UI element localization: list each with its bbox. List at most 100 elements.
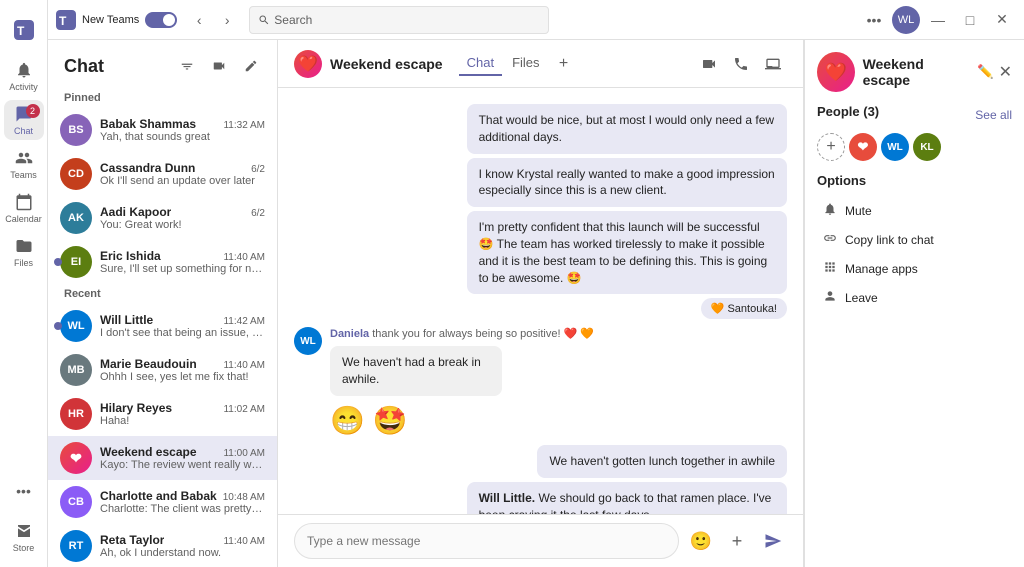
leave-icon (823, 289, 837, 306)
chat-preview: Haha! (100, 415, 265, 427)
chat-item-will[interactable]: WL Will Little 11:42 AM I don't see that… (48, 304, 277, 348)
chat-time: 11:40 AM (223, 360, 265, 371)
maximize-button[interactable]: □ (956, 6, 984, 34)
activity-icon (14, 60, 34, 80)
link-icon (823, 231, 837, 248)
messages-area: That would be nice, but at most I would … (278, 88, 803, 514)
option-manage-apps[interactable]: Manage apps (817, 256, 1012, 281)
chat-header: ❤️ Weekend escape Chat Files + (278, 40, 803, 88)
tab-files[interactable]: Files (504, 51, 547, 76)
mute-icon (823, 202, 837, 219)
sidebar-item-store[interactable]: Store (4, 517, 44, 557)
store-icon (14, 521, 34, 541)
msg-with-avatar-will: WL Daniela thank you for always being so… (294, 327, 787, 396)
chat-item-cassandra[interactable]: CD Cassandra Dunn 6/2 Ok I'll send an up… (48, 152, 277, 196)
chat-item-content: Charlotte and Babak 10:48 AM Charlotte: … (100, 489, 265, 515)
new-teams-label: New Teams (82, 14, 139, 26)
chat-main: ❤️ Weekend escape Chat Files + (278, 40, 804, 567)
chat-list-header: Chat (48, 40, 277, 88)
emoji-row: 😁 🤩 (294, 404, 408, 437)
chat-name: Eric Ishida (100, 249, 161, 263)
people-section: People (3) See all + ❤ WL KL (817, 104, 1012, 161)
people-row: + ❤ WL KL (817, 133, 1012, 161)
add-tab-button[interactable]: + (550, 50, 578, 78)
option-manage-apps-label: Manage apps (845, 262, 918, 276)
chat-list-actions (173, 52, 265, 80)
more-icon: ••• (14, 481, 34, 501)
chat-time: 6/2 (251, 208, 265, 219)
tab-chat[interactable]: Chat (459, 51, 502, 76)
filter-button[interactable] (173, 52, 201, 80)
user-avatar[interactable]: WL (892, 6, 920, 34)
chat-header-name: Weekend escape (330, 56, 443, 72)
option-copy-link[interactable]: Copy link to chat (817, 227, 1012, 252)
person-avatar-2: WL (881, 133, 909, 161)
sidebar-item-activity[interactable]: Activity (4, 56, 44, 96)
chat-item-content: Eric Ishida 11:40 AM Sure, I'll set up s… (100, 249, 265, 275)
chat-item-reta[interactable]: RT Reta Taylor 11:40 AM Ah, ok I underst… (48, 524, 277, 567)
apps-icon (823, 260, 837, 277)
chat-item-marie[interactable]: MB Marie Beaudouin 11:40 AM Ohhh I see, … (48, 348, 277, 392)
chat-preview: You: Great work! (100, 219, 265, 231)
chat-item-content: Reta Taylor 11:40 AM Ah, ok I understand… (100, 533, 265, 559)
sidebar-item-more[interactable]: ••• (4, 471, 44, 511)
search-box[interactable]: Search (249, 6, 549, 34)
video-call-header-button[interactable] (695, 50, 723, 78)
back-button[interactable]: ‹ (185, 6, 213, 34)
audio-call-header-button[interactable] (727, 50, 755, 78)
avatar-hilary: HR (60, 398, 92, 430)
screen-share-header-button[interactable] (759, 50, 787, 78)
right-panel-header: ❤️ Weekend escape ✏️ ✕ (817, 52, 1012, 92)
message-input[interactable] (294, 523, 679, 559)
message-bubble: That would be nice, but at most I would … (467, 104, 787, 154)
see-all-link[interactable]: See all (975, 108, 1012, 122)
add-person-button[interactable]: + (817, 133, 845, 161)
message-bubble: I know Krystal really wanted to make a g… (467, 158, 787, 208)
option-mute[interactable]: Mute (817, 198, 1012, 223)
attach-button[interactable]: + (723, 527, 751, 555)
chat-item-hilary[interactable]: HR Hilary Reyes 11:02 AM Haha! (48, 392, 277, 436)
forward-button[interactable]: › (213, 6, 241, 34)
more-options-button[interactable]: ••• (860, 6, 888, 34)
sidebar-item-calendar[interactable]: Calendar (4, 188, 44, 228)
sidebar-activity-label: Activity (9, 82, 38, 92)
right-panel: ❤️ Weekend escape ✏️ ✕ People (3) See al… (804, 40, 1024, 567)
message-bubble: We haven't had a break in awhile. (330, 346, 502, 396)
send-button[interactable] (759, 527, 787, 555)
new-chat-button[interactable] (237, 52, 265, 80)
edit-group-name-button[interactable]: ✏️ (972, 58, 998, 86)
message-input-area: 🙂 + (278, 514, 803, 567)
chat-item-charlotte[interactable]: CB Charlotte and Babak 10:48 AM Charlott… (48, 480, 277, 524)
chat-item-weekend-escape[interactable]: ❤ Weekend escape 11:00 AM Kayo: The revi… (48, 436, 277, 480)
option-copy-link-label: Copy link to chat (845, 233, 934, 247)
right-panel-group-name: Weekend escape (863, 56, 969, 88)
avatar-cassandra: CD (60, 158, 92, 190)
chat-name: Babak Shammas (100, 117, 196, 131)
chat-item-eric[interactable]: EI Eric Ishida 11:40 AM Sure, I'll set u… (48, 240, 277, 284)
minimize-button[interactable]: — (924, 6, 952, 34)
chat-header-actions (695, 50, 787, 78)
close-button[interactable]: ✕ (988, 6, 1016, 34)
emoji-button[interactable]: 🙂 (687, 527, 715, 555)
chat-preview: I don't see that being an issue, can tak… (100, 327, 265, 339)
chat-time: 11:02 AM (223, 404, 265, 415)
chat-item-content: Will Little 11:42 AM I don't see that be… (100, 313, 265, 339)
option-leave[interactable]: Leave (817, 285, 1012, 310)
app-logo[interactable]: T (4, 10, 44, 50)
chat-item-aadi[interactable]: AK Aadi Kapoor 6/2 You: Great work! (48, 196, 277, 240)
new-teams-toggle[interactable]: T New Teams (56, 10, 177, 30)
chat-name: Aadi Kapoor (100, 205, 171, 219)
sidebar-item-teams[interactable]: Teams (4, 144, 44, 184)
msg-sender-label: Daniela thank you for always being so po… (330, 327, 594, 340)
sidebar-item-files[interactable]: Files (4, 232, 44, 272)
main-area: T New Teams ‹ › Search ••• WL — □ ✕ Chat (48, 0, 1024, 567)
sidebar-item-chat[interactable]: 2 Chat (4, 100, 44, 140)
avatar-weekend-escape: ❤ (60, 442, 92, 474)
avatar-aadi: AK (60, 202, 92, 234)
recent-section-label: Recent (48, 284, 277, 304)
sidebar: T Activity 2 Chat Teams Calendar Files • (0, 0, 48, 567)
toggle-switch[interactable] (145, 12, 177, 28)
chat-item-babak[interactable]: BS Babak Shammas 11:32 AM Yah, that soun… (48, 108, 277, 152)
video-call-button[interactable] (205, 52, 233, 80)
close-panel-button[interactable]: ✕ (999, 62, 1012, 82)
